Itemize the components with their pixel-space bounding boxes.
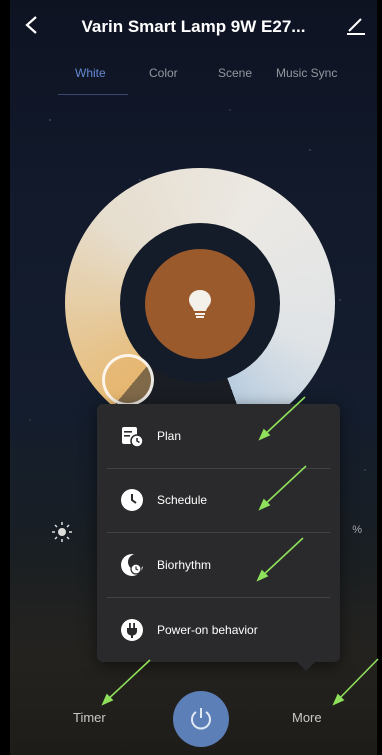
mode-tabs: White Color Scene Music Sync — [10, 62, 377, 96]
tab-scene[interactable]: Scene — [218, 66, 252, 80]
power-button[interactable] — [173, 691, 229, 747]
lamp-toggle-disc[interactable] — [145, 249, 255, 359]
bottom-bar: Timer More — [10, 682, 377, 755]
menu-item-label: Schedule — [157, 493, 208, 507]
menu-item-label: Plan — [157, 429, 182, 443]
menu-item-schedule[interactable]: Schedule — [97, 468, 340, 532]
tab-music-sync[interactable]: Music Sync — [276, 66, 337, 80]
tab-color[interactable]: Color — [149, 66, 178, 80]
power-icon — [191, 708, 211, 730]
more-button[interactable]: More — [292, 710, 322, 725]
timer-button[interactable]: Timer — [73, 710, 106, 725]
calendar-clock-icon — [122, 427, 144, 448]
popup-pointer — [297, 662, 315, 671]
menu-item-plan[interactable]: Plan — [97, 404, 340, 468]
menu-item-label: Power-on behavior — [157, 623, 258, 637]
page-title: Varin Smart Lamp 9W E27... — [81, 17, 306, 36]
edit-button[interactable] — [345, 14, 369, 38]
plug-icon — [121, 619, 143, 641]
moon-clock-icon — [121, 554, 144, 576]
tab-white[interactable]: White — [75, 66, 106, 80]
header: Varin Smart Lamp 9W E27... — [10, 0, 377, 56]
pencil-icon — [347, 18, 365, 35]
brightness-percent: % — [352, 524, 362, 536]
clock-icon — [121, 489, 143, 511]
temperature-knob[interactable] — [102, 354, 154, 406]
menu-item-power-on-behavior[interactable]: Power-on behavior — [97, 598, 340, 662]
lightbulb-icon — [189, 290, 211, 318]
menu-item-biorhythm[interactable]: Biorhythm — [97, 533, 340, 597]
more-menu-popup: Plan Schedule Biorhythm Power-on behavio… — [97, 404, 340, 671]
app-screen: Varin Smart Lamp 9W E27... White Color S… — [10, 0, 377, 755]
active-tab-indicator — [58, 94, 128, 95]
sun-icon — [52, 522, 72, 542]
menu-item-label: Biorhythm — [157, 558, 212, 572]
